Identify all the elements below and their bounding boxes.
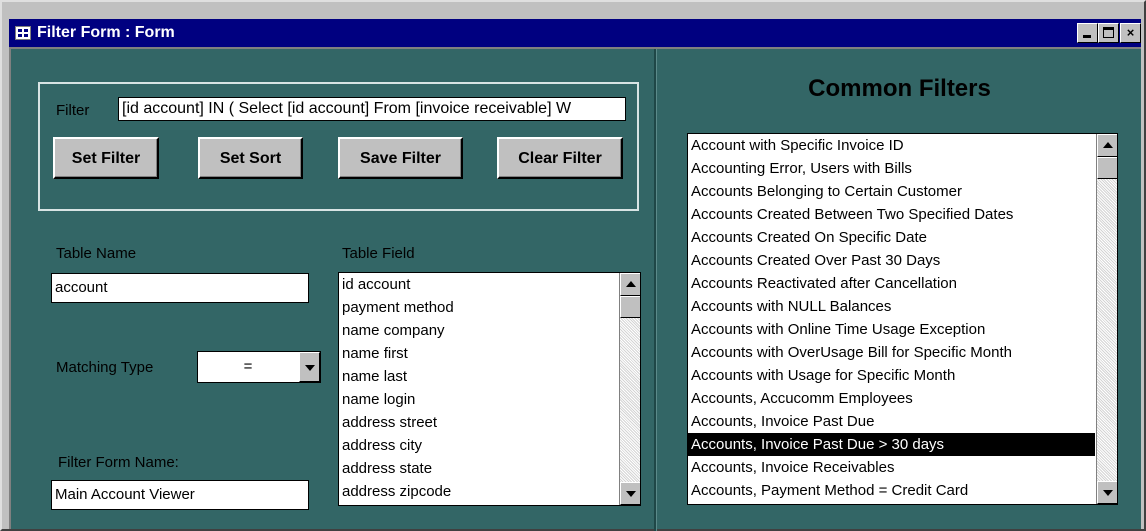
common-filter-item[interactable]: Accounts, Invoice Past Due: [691, 410, 1095, 433]
common-filter-item[interactable]: Accounts, Accucomm Employees: [691, 387, 1095, 410]
table-field-item[interactable]: address street: [342, 411, 618, 434]
close-icon: ×: [1126, 25, 1135, 40]
filter-label: Filter: [56, 102, 90, 119]
table-name-label: Table Name: [56, 245, 137, 262]
common-filter-item[interactable]: Accounts Reactivated after Cancellation: [691, 272, 1095, 295]
table-field-item[interactable]: id account: [342, 273, 618, 296]
table-field-label: Table Field: [342, 245, 415, 262]
common-filter-item[interactable]: Accounts with OverUsage Bill for Specifi…: [691, 341, 1095, 364]
close-button[interactable]: ×: [1120, 23, 1141, 43]
arrow-down-icon: [1103, 490, 1113, 496]
scroll-thumb[interactable]: [1097, 157, 1117, 179]
minimize-button[interactable]: [1077, 23, 1098, 43]
common-filter-item[interactable]: Accounts Belonging to Certain Customer: [691, 180, 1095, 203]
common-filter-item[interactable]: Accounts with Usage for Specific Month: [691, 364, 1095, 387]
filter-form-name-label: Filter Form Name:: [58, 454, 179, 471]
save-filter-button[interactable]: Save Filter: [338, 137, 463, 179]
set-sort-button[interactable]: Set Sort: [198, 137, 303, 179]
common-filter-item[interactable]: Accounts, Invoice Past Due > 30 days: [688, 433, 1095, 456]
scroll-down-button[interactable]: [620, 482, 640, 505]
title-bar[interactable]: Filter Form : Form ×: [9, 19, 1141, 47]
filter-form-name-field[interactable]: Main Account Viewer: [51, 480, 309, 510]
table-name-field[interactable]: account: [51, 273, 309, 303]
arrow-down-icon: [626, 491, 636, 497]
chevron-down-icon: [305, 365, 315, 371]
table-field-list[interactable]: id account payment method name company name…: [338, 272, 641, 506]
clear-filter-button[interactable]: Clear Filter: [497, 137, 623, 179]
common-filter-item[interactable]: Accounts Created Between Two Specified D…: [691, 203, 1095, 226]
common-filter-item[interactable]: Accounts with Online Time Usage Exceptio…: [691, 318, 1095, 341]
form-body: Filter [id account] IN ( Select [id acco…: [9, 47, 1141, 531]
table-field-item[interactable]: name login: [342, 388, 618, 411]
common-filter-item[interactable]: Accounts, Payment Method = Credit Card: [691, 479, 1095, 502]
table-field-scrollbar[interactable]: [619, 273, 640, 505]
common-filter-item[interactable]: Accounts Created Over Past 30 Days: [691, 249, 1095, 272]
arrow-up-icon: [1103, 142, 1113, 148]
matching-type-dropdown[interactable]: =: [197, 351, 321, 383]
scroll-thumb[interactable]: [620, 296, 640, 318]
set-filter-button[interactable]: Set Filter: [53, 137, 159, 179]
table-field-item[interactable]: name first: [342, 342, 618, 365]
maximize-icon: [1103, 27, 1114, 38]
scroll-down-button[interactable]: [1097, 481, 1117, 504]
form-icon: [15, 26, 31, 40]
scroll-up-button[interactable]: [620, 273, 640, 296]
window-title: Filter Form : Form: [37, 24, 175, 41]
common-filter-item[interactable]: Account with Specific Invoice ID: [691, 134, 1095, 157]
filter-input[interactable]: [id account] IN ( Select [id account] Fr…: [118, 97, 626, 121]
minimize-icon: [1083, 35, 1091, 38]
matching-type-value: =: [243, 358, 253, 375]
panel-divider: [654, 49, 657, 531]
filter-group: Filter [id account] IN ( Select [id acco…: [38, 82, 639, 211]
matching-type-label: Matching Type: [56, 359, 154, 376]
common-filters-list[interactable]: Account with Specific Invoice ID Accounti…: [687, 133, 1118, 505]
maximize-button[interactable]: [1098, 23, 1119, 43]
common-filters-scrollbar[interactable]: [1096, 134, 1117, 504]
table-field-item[interactable]: address zipcode: [342, 480, 618, 503]
arrow-up-icon: [626, 281, 636, 287]
table-field-item[interactable]: address city: [342, 434, 618, 457]
table-field-item[interactable]: address state: [342, 457, 618, 480]
common-filters-title: Common Filters: [808, 75, 991, 102]
common-filter-item[interactable]: Accounting Error, Users with Bills: [691, 157, 1095, 180]
scroll-up-button[interactable]: [1097, 134, 1117, 157]
filter-form-window: Filter Form : Form × Filter [id account]…: [0, 0, 1146, 531]
common-filter-item[interactable]: Accounts Created On Specific Date: [691, 226, 1095, 249]
dropdown-button[interactable]: [299, 352, 320, 382]
table-field-item[interactable]: payment method: [342, 296, 618, 319]
common-filter-item[interactable]: Accounts, Invoice Receivables: [691, 456, 1095, 479]
table-field-item[interactable]: name company: [342, 319, 618, 342]
common-filter-item[interactable]: Accounts with NULL Balances: [691, 295, 1095, 318]
table-field-item[interactable]: name last: [342, 365, 618, 388]
